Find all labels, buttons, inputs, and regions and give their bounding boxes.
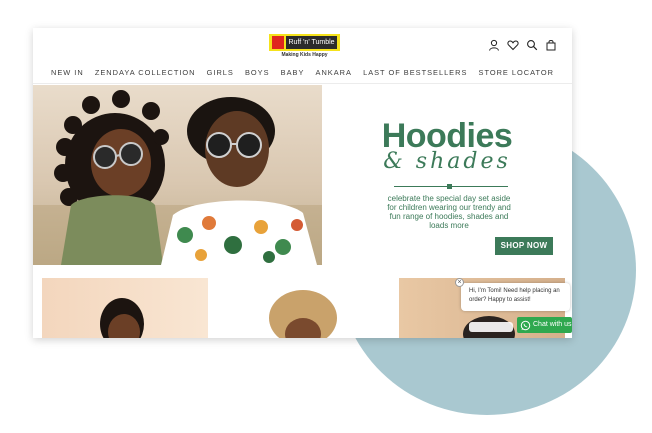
hero-photo[interactable] xyxy=(33,85,322,265)
cart-bag-icon[interactable] xyxy=(545,39,557,51)
nav-item-store-locator[interactable]: STORE LOCATOR xyxy=(479,66,554,80)
hero-kids-illustration xyxy=(33,90,322,265)
product-card-1[interactable] xyxy=(42,278,208,338)
wishlist-heart-icon[interactable] xyxy=(507,39,519,51)
whatsapp-icon xyxy=(520,320,531,330)
search-icon[interactable] xyxy=(526,39,538,51)
chat-close-button[interactable]: × xyxy=(455,278,464,287)
nav-item-new-in[interactable]: NEW IN xyxy=(51,66,84,80)
logo-text: Ruff 'n' Tumble xyxy=(286,36,337,49)
nav-item-ankara[interactable]: ANKARA xyxy=(316,66,352,80)
chat-message-bubble: Hi, I'm Tomi! Need help placing an order… xyxy=(461,283,570,311)
nav-item-zendaya-collection[interactable]: ZENDAYA COLLECTION xyxy=(95,66,196,80)
hero-title: Hoodies xyxy=(381,117,513,155)
hero-divider-dot xyxy=(447,184,452,189)
product-card-2[interactable] xyxy=(221,278,381,338)
nav-item-girls[interactable]: GIRLS xyxy=(207,66,234,80)
nav-item-last-of-bestsellers[interactable]: LAST OF BESTSELLERS xyxy=(363,66,467,80)
chat-button-label: Chat with us xyxy=(533,321,572,328)
website-window: Ruff 'n' Tumble Making Kids Happy NEW IN… xyxy=(33,28,572,338)
hero-promo: Hoodies & shades celebrate the special d… xyxy=(322,85,572,265)
main-navigation: NEW IN ZENDAYA COLLECTION GIRLS BOYS BAB… xyxy=(33,66,572,80)
shop-now-button[interactable]: SHOP NOW xyxy=(495,237,553,255)
header-divider xyxy=(33,83,572,84)
brand-tagline: Making Kids Happy xyxy=(281,52,328,58)
logo-red-square xyxy=(272,36,284,49)
hero-description: celebrate the special day set aside for … xyxy=(387,194,511,230)
brand-logo[interactable]: Ruff 'n' Tumble xyxy=(269,34,340,51)
product-1-image xyxy=(100,298,144,338)
product-2-image xyxy=(269,290,337,338)
hero-subtitle: & shades xyxy=(383,149,511,174)
chat-with-us-button[interactable]: Chat with us xyxy=(517,317,572,333)
nav-item-baby[interactable]: BABY xyxy=(281,66,305,80)
account-icon[interactable] xyxy=(488,39,500,51)
nav-item-boys[interactable]: BOYS xyxy=(245,66,270,80)
header-icons xyxy=(488,39,557,51)
